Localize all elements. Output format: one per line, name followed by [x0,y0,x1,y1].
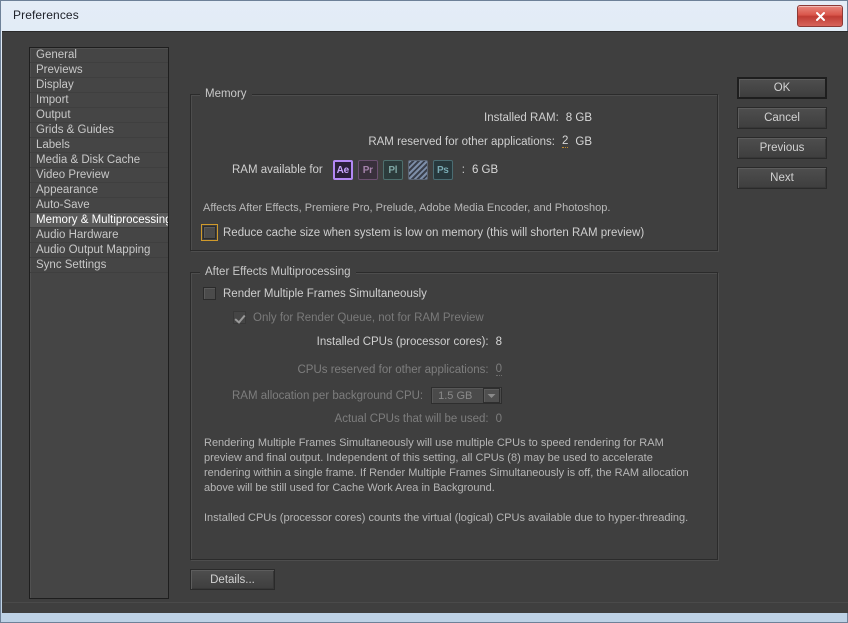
hyperthreading-note: Installed CPUs (processor cores) counts … [204,512,689,524]
window-title: Preferences [13,8,79,22]
sidebar-item-label: Grids & Guides [36,124,114,136]
checkbox-icon[interactable] [201,224,218,241]
ram-allocation-value: 1.5 GB [438,389,473,402]
preferences-dialog: Preferences General Previews Display Imp… [0,0,848,623]
installed-cpus-value: 8 [495,336,502,348]
sidebar-item-label: Display [36,79,74,91]
title-bar[interactable]: Preferences [1,1,847,31]
render-multiple-frames-checkbox[interactable]: Render Multiple Frames Simultaneously [203,287,427,300]
category-list[interactable]: General Previews Display Import Output G… [29,47,169,599]
sidebar-item-previews[interactable]: Previews [30,63,168,78]
sidebar-item-sync-settings[interactable]: Sync Settings [30,258,168,273]
installed-ram-value: 8 GB [565,112,592,124]
actual-cpus-row: Actual CPUs that will be used: 0 [232,413,502,425]
ram-allocation-row: RAM allocation per background CPU: 1.5 G… [232,387,502,404]
sidebar-item-audio-output-mapping[interactable]: Audio Output Mapping [30,243,168,258]
reserved-ram-label: RAM reserved for other applications: [368,135,555,148]
reserved-ram-row: RAM reserved for other applications: 2 G… [232,135,592,148]
sidebar-item-label: Memory & Multiprocessing [36,214,169,226]
sidebar-item-display[interactable]: Display [30,78,168,93]
sidebar-item-audio-hardware[interactable]: Audio Hardware [30,228,168,243]
sidebar-item-labels[interactable]: Labels [30,138,168,153]
window-frame: Preferences General Previews Display Imp… [0,0,848,623]
checkbox-icon[interactable] [203,287,216,300]
reserved-ram-value[interactable]: 2 [561,135,569,148]
next-button[interactable]: Next [737,167,827,189]
previous-button[interactable]: Previous [737,137,827,159]
only-render-queue-label: Only for Render Queue, not for RAM Previ… [253,311,484,324]
multiprocessing-description: Rendering Multiple Frames Simultaneously… [204,437,689,494]
installed-ram-label: Installed RAM: [484,112,559,124]
sidebar-item-appearance[interactable]: Appearance [30,183,168,198]
multiprocessing-group-title: After Effects Multiprocessing [200,266,356,278]
available-ram-colon: : [461,164,465,176]
sidebar-item-media-and-disk-cache[interactable]: Media & Disk Cache [30,153,168,168]
ram-allocation-dropdown: 1.5 GB [431,387,502,404]
available-ram-value: 6 GB [471,164,499,176]
prelude-icon[interactable]: Pl [382,160,403,180]
details-button[interactable]: Details... [190,569,275,590]
sidebar-item-memory-and-multiprocessing[interactable]: Memory & Multiprocessing [30,213,168,228]
render-multiple-frames-label: Render Multiple Frames Simultaneously [223,287,427,300]
sidebar-item-label: General [36,49,77,61]
only-render-queue-checkbox: Only for Render Queue, not for RAM Previ… [233,311,484,324]
installed-cpus-row: Installed CPUs (processor cores): 8 [232,336,502,348]
sidebar-item-video-preview[interactable]: Video Preview [30,168,168,183]
sidebar-item-label: Output [36,109,71,121]
reserved-cpus-row: CPUs reserved for other applications: 0 [232,363,502,376]
app-icon-strip: Ae Pr Pl Ps [332,160,453,180]
installed-ram-row: Installed RAM: 8 GB [232,112,592,124]
sidebar-item-label: Previews [36,64,83,76]
content-bottom-divider [3,602,848,603]
sidebar-item-label: Import [36,94,69,106]
sidebar-item-output[interactable]: Output [30,108,168,123]
sidebar-item-label: Labels [36,139,70,151]
available-ram-row: RAM available for Ae Pr Pl Ps : 6 GB [232,160,498,180]
reserved-cpus-label: CPUs reserved for other applications: [297,363,489,376]
close-icon [815,11,826,22]
photoshop-icon[interactable]: Ps [432,160,453,180]
premiere-pro-icon[interactable]: Pr [357,160,378,180]
dialog-content: General Previews Display Import Output G… [2,31,848,613]
sidebar-item-label: Auto-Save [36,199,90,211]
reduce-cache-size-checkbox[interactable]: Reduce cache size when system is low on … [201,224,645,241]
cancel-button[interactable]: Cancel [737,107,827,129]
sidebar-item-grids-and-guides[interactable]: Grids & Guides [30,123,168,138]
ok-button[interactable]: OK [737,77,827,99]
reserved-cpus-value: 0 [495,363,502,376]
adobe-media-encoder-icon[interactable] [407,160,428,180]
ram-allocation-label: RAM allocation per background CPU: [232,389,424,402]
memory-group-title: Memory [200,88,252,100]
sidebar-item-label: Audio Output Mapping [36,244,151,256]
sidebar-item-auto-save[interactable]: Auto-Save [30,198,168,213]
sidebar-item-import[interactable]: Import [30,93,168,108]
after-effects-icon[interactable]: Ae [332,160,353,180]
sidebar-item-general[interactable]: General [30,48,168,63]
installed-cpus-label: Installed CPUs (processor cores): [316,336,489,348]
sidebar-item-label: Video Preview [36,169,110,181]
sidebar-item-label: Sync Settings [36,259,107,271]
close-button[interactable] [797,5,843,27]
chevron-down-icon [483,388,500,403]
sidebar-item-label: Audio Hardware [36,229,119,241]
reduce-cache-size-label: Reduce cache size when system is low on … [223,226,645,239]
reserved-ram-unit: GB [575,135,592,148]
checkbox-icon [233,311,246,324]
actual-cpus-label: Actual CPUs that will be used: [334,413,489,425]
actual-cpus-value: 0 [495,413,502,425]
available-ram-label: RAM available for [232,164,323,176]
sidebar-item-label: Appearance [36,184,99,196]
memory-affects-note: Affects After Effects, Premiere Pro, Pre… [203,202,611,214]
sidebar-item-label: Media & Disk Cache [36,154,141,166]
